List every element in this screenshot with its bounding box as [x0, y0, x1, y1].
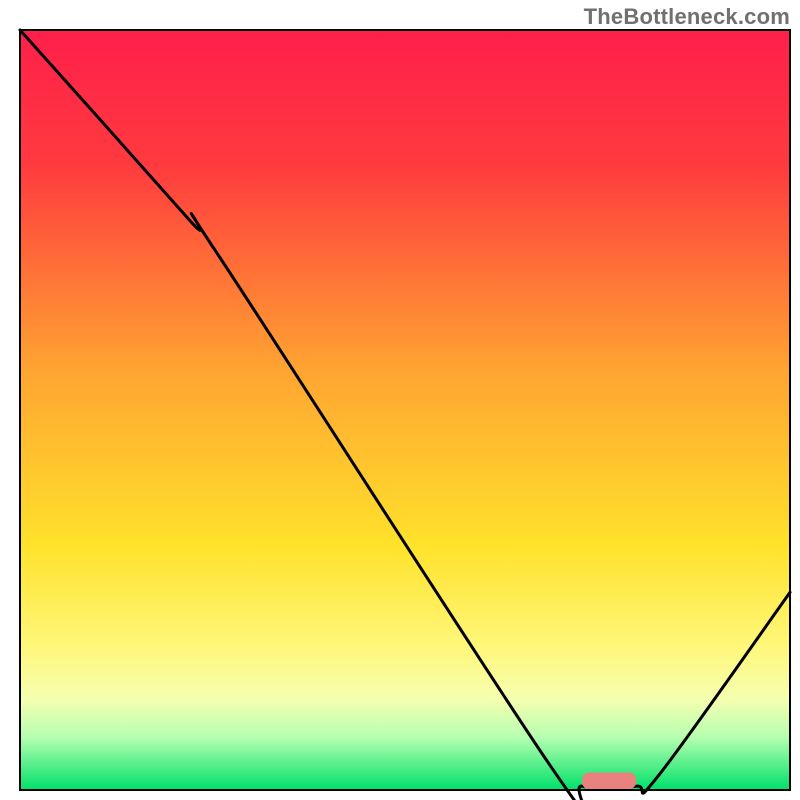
chart-frame: TheBottleneck.com	[0, 0, 800, 800]
watermark-text: TheBottleneck.com	[584, 4, 790, 30]
bottleneck-chart	[0, 0, 800, 800]
optimal-marker	[582, 773, 636, 790]
plot-area	[20, 30, 790, 790]
